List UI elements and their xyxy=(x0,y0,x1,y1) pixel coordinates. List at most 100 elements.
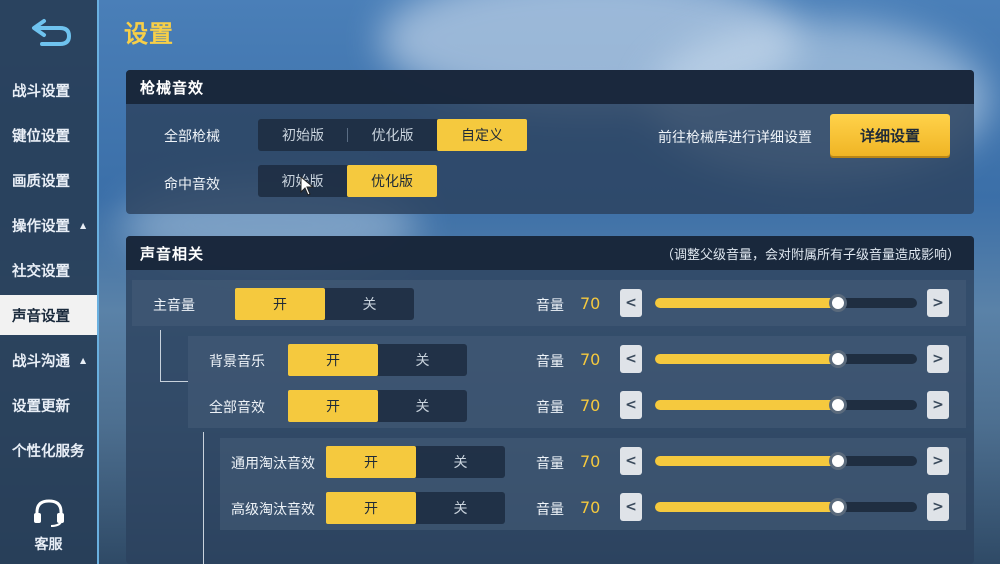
toggle-off-option[interactable]: 关 xyxy=(378,390,467,422)
volume-label: 音量 xyxy=(536,298,564,314)
volume-slider-handle[interactable] xyxy=(829,350,847,368)
toggle-off-option[interactable]: 关 xyxy=(416,446,505,478)
version-option-label: 优化版 xyxy=(371,128,414,144)
chevron-left-icon: < xyxy=(625,351,637,367)
expand-arrow-icon: ▲ xyxy=(80,220,87,230)
volume-increase-button[interactable]: > xyxy=(927,447,949,475)
volume-slider[interactable] xyxy=(655,294,917,312)
toggle-off-option[interactable]: 关 xyxy=(325,288,414,320)
on-off-toggle: 开关 xyxy=(288,390,467,422)
toggle-on-option[interactable]: 开 xyxy=(235,288,325,320)
version-option[interactable]: 自定义 xyxy=(437,119,527,151)
volume-slider-handle[interactable] xyxy=(829,396,847,414)
volume-decrease-button[interactable]: < xyxy=(620,345,642,373)
chevron-left-icon: < xyxy=(625,397,637,413)
volume-slider-fill xyxy=(655,354,838,364)
volume-increase-button[interactable]: > xyxy=(927,289,949,317)
volume-decrease-button[interactable]: < xyxy=(620,289,642,317)
volume-slider-fill xyxy=(655,456,838,466)
sidebar-item-label: 设置更新 xyxy=(12,398,70,415)
toggle-off-option[interactable]: 关 xyxy=(416,492,505,524)
volume-decrease-button[interactable]: < xyxy=(620,391,642,419)
volume-decrease-button[interactable]: < xyxy=(620,493,642,521)
sidebar-item[interactable]: 操作设置 ▲ xyxy=(0,205,97,245)
volume-slider-fill xyxy=(655,502,838,512)
sidebar-item-label: 操作设置 xyxy=(12,218,70,235)
sound-row-label: 全部音效 xyxy=(209,400,265,416)
sound-row-label: 主音量 xyxy=(153,298,195,314)
sidebar-item[interactable]: 战斗设置 xyxy=(0,70,97,110)
sidebar-item[interactable]: 键位设置 xyxy=(0,115,97,155)
toggle-off-option[interactable]: 关 xyxy=(378,344,467,376)
toggle-on-option[interactable]: 开 xyxy=(288,390,378,422)
detail-settings-button[interactable]: 详细设置 xyxy=(830,114,950,156)
sound-row-label: 高级淘汰音效 xyxy=(231,502,315,518)
back-button[interactable] xyxy=(30,15,74,49)
mouse-cursor-icon xyxy=(300,176,314,196)
toggle-on-option[interactable]: 开 xyxy=(288,344,378,376)
on-off-toggle: 开关 xyxy=(235,288,414,320)
customer-service-button[interactable]: 客服 xyxy=(0,498,97,554)
volume-slider-handle[interactable] xyxy=(829,452,847,470)
sidebar-item[interactable]: 设置更新 xyxy=(0,385,97,425)
sidebar-item-label: 画质设置 xyxy=(12,173,70,190)
sound-panel-header: 声音相关 （调整父级音量，会对附属所有子级音量造成影响） xyxy=(126,236,974,270)
sidebar-item[interactable]: 社交设置 xyxy=(0,250,97,290)
hit-sound-version-selector: 初始版优化版 xyxy=(258,165,437,197)
gun-sound-panel-title: 枪械音效 xyxy=(140,78,205,97)
sidebar-item[interactable]: 战斗沟通 ▲ xyxy=(0,340,97,380)
toggle-on-option[interactable]: 开 xyxy=(326,492,416,524)
sidebar-item-label: 键位设置 xyxy=(12,128,70,145)
sound-panel-title: 声音相关 xyxy=(140,244,205,263)
chevron-right-icon: > xyxy=(932,453,944,469)
volume-slider[interactable] xyxy=(655,350,917,368)
chevron-right-icon: > xyxy=(932,499,944,515)
version-option-label: 优化版 xyxy=(371,174,413,190)
headset-icon xyxy=(33,499,64,527)
volume-slider-fill xyxy=(655,400,838,410)
version-option[interactable]: 优化版 xyxy=(348,119,437,151)
sidebar-item[interactable]: 个性化服务 xyxy=(0,430,97,470)
volume-increase-button[interactable]: > xyxy=(927,345,949,373)
volume-slider[interactable] xyxy=(655,452,917,470)
volume-decrease-button[interactable]: < xyxy=(620,447,642,475)
sidebar-item-label: 战斗沟通 xyxy=(12,353,70,370)
chevron-left-icon: < xyxy=(625,499,637,515)
volume-increase-button[interactable]: > xyxy=(927,493,949,521)
back-arrow-icon xyxy=(32,19,72,46)
sound-row-label: 背景音乐 xyxy=(209,354,265,370)
sidebar: 战斗设置 键位设置 画质设置 操作设置 ▲ 社交设置 声音设置 战斗沟通 ▲ 设置更新 个性化服务 … xyxy=(0,0,99,564)
volume-label: 音量 xyxy=(536,502,564,518)
sidebar-item[interactable]: 声音设置 xyxy=(0,295,97,335)
all-guns-version-selector: 初始版 优化版 自定义 xyxy=(258,119,527,151)
chevron-right-icon: > xyxy=(932,295,944,311)
volume-slider-handle[interactable] xyxy=(829,294,847,312)
toggle-on-option[interactable]: 开 xyxy=(326,446,416,478)
expand-arrow-icon: ▲ xyxy=(80,355,87,365)
sidebar-item[interactable]: 画质设置 xyxy=(0,160,97,200)
volume-slider-fill xyxy=(655,298,838,308)
volume-slider[interactable] xyxy=(655,396,917,414)
version-option-label: 自定义 xyxy=(461,128,503,144)
tree-connector xyxy=(160,330,188,382)
all-guns-label: 全部枪械 xyxy=(164,129,220,145)
version-option[interactable]: 优化版 xyxy=(347,165,437,197)
tree-connector xyxy=(203,432,204,564)
sidebar-item-label: 声音设置 xyxy=(12,308,70,325)
on-off-toggle: 开关 xyxy=(326,492,505,524)
volume-increase-button[interactable]: > xyxy=(927,391,949,419)
volume-label: 音量 xyxy=(536,354,564,370)
version-option[interactable]: 初始版 xyxy=(258,119,348,151)
customer-service-label: 客服 xyxy=(34,537,63,553)
sidebar-item-label: 个性化服务 xyxy=(12,443,85,460)
sidebar-item-label: 战斗设置 xyxy=(12,83,70,100)
volume-slider-handle[interactable] xyxy=(829,498,847,516)
on-off-toggle: 开关 xyxy=(326,446,505,478)
volume-value: 70 xyxy=(580,350,601,369)
volume-label: 音量 xyxy=(536,400,564,416)
volume-slider[interactable] xyxy=(655,498,917,516)
volume-label: 音量 xyxy=(536,456,564,472)
sidebar-item-label: 社交设置 xyxy=(12,263,70,280)
sound-row-label: 通用淘汰音效 xyxy=(231,456,315,472)
chevron-left-icon: < xyxy=(625,453,637,469)
